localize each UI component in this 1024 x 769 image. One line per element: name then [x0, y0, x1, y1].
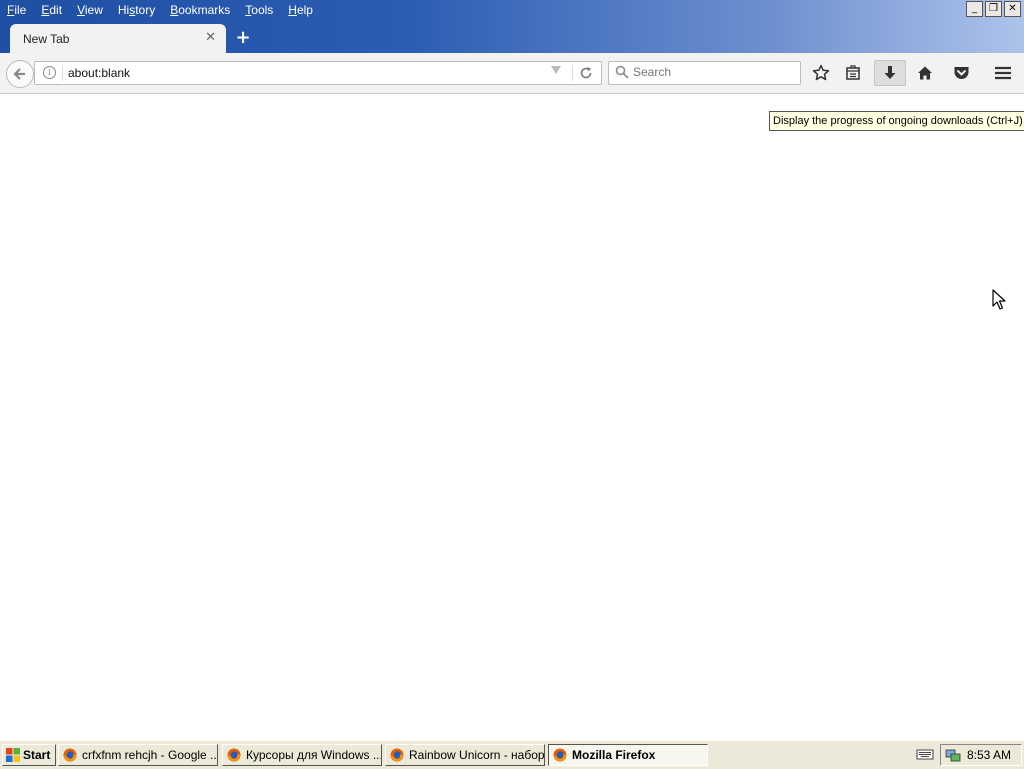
- menu-history-label: tory: [135, 3, 156, 17]
- firefox-icon: [390, 748, 404, 762]
- taskbar-item-label: Mozilla Firefox: [572, 748, 656, 762]
- taskbar-item-label: Курсоры для Windows ...: [246, 748, 381, 762]
- menu-help-accel: H: [288, 3, 297, 17]
- open-menu-button[interactable]: [990, 61, 1016, 85]
- downloads-tooltip: Display the progress of ongoing download…: [769, 111, 1024, 131]
- pocket-icon: [954, 67, 968, 79]
- page-content[interactable]: [0, 94, 1024, 740]
- menu-view[interactable]: View: [70, 0, 111, 20]
- menu-history[interactable]: History: [111, 0, 163, 20]
- taskbar-item-label: Rainbow Unicorn - набор...: [409, 748, 544, 762]
- url-dropdown-icon[interactable]: [551, 66, 561, 74]
- bookmark-button[interactable]: [808, 61, 834, 85]
- taskbar-item-active[interactable]: Mozilla Firefox: [548, 744, 708, 766]
- back-arrow-icon: [13, 68, 25, 80]
- start-button[interactable]: Start: [2, 744, 56, 766]
- home-button[interactable]: [912, 61, 938, 85]
- downloads-icon: [884, 66, 896, 79]
- library-icon: [846, 65, 860, 80]
- reload-icon[interactable]: [579, 66, 593, 80]
- window-controls: _ ❐ ✕: [966, 1, 1021, 17]
- menu-tools-label: ools: [251, 3, 274, 17]
- firefox-icon: [63, 748, 77, 762]
- new-tab-button[interactable]: +: [233, 27, 253, 49]
- hamburger-menu-icon: [995, 66, 1011, 80]
- system-tray: 8:53 AM: [940, 744, 1022, 766]
- home-icon: [918, 66, 932, 80]
- library-button[interactable]: [840, 61, 866, 85]
- menu-view-accel: V: [77, 3, 85, 17]
- tab-new-tab[interactable]: New Tab ✕: [10, 24, 226, 53]
- menu-bar: File Edit View History Bookmarks Tools H…: [0, 0, 321, 20]
- menu-tools[interactable]: Tools: [238, 0, 281, 20]
- menu-history-label-pre: Hi: [117, 3, 130, 17]
- menu-bookmarks-label: ookmarks: [178, 3, 231, 17]
- close-window-button[interactable]: ✕: [1004, 1, 1021, 17]
- menu-file[interactable]: File: [0, 0, 34, 20]
- tab-strip: New Tab ✕ +: [0, 24, 1024, 53]
- url-separator: [62, 65, 63, 81]
- search-icon: [615, 65, 629, 79]
- url-text[interactable]: about:blank: [68, 66, 130, 80]
- start-label: Start: [23, 748, 51, 762]
- window-titlebar: File Edit View History Bookmarks Tools H…: [0, 0, 1024, 53]
- menu-edit-label: dit: [49, 3, 63, 17]
- downloads-button[interactable]: [874, 60, 906, 86]
- minimize-button[interactable]: _: [966, 1, 983, 17]
- tab-title: New Tab: [23, 32, 70, 46]
- taskbar-item-label: crfxfnm rehcjh - Google ...: [82, 748, 217, 762]
- restore-button[interactable]: ❐: [985, 1, 1002, 17]
- navigation-toolbar: i about:blank: [0, 53, 1024, 94]
- bookmark-star-icon: [812, 64, 830, 81]
- info-icon[interactable]: i: [43, 66, 56, 79]
- windows-logo-icon: [6, 748, 20, 762]
- tab-close-icon[interactable]: ✕: [205, 30, 216, 45]
- url-bar[interactable]: i about:blank: [34, 61, 602, 85]
- menu-help[interactable]: Help: [281, 0, 321, 20]
- menu-view-label: iew: [84, 3, 103, 17]
- network-icon[interactable]: [945, 747, 961, 763]
- search-input[interactable]: [633, 65, 793, 79]
- pocket-button[interactable]: [948, 61, 974, 85]
- search-bar[interactable]: [608, 61, 801, 85]
- menu-file-label: ile: [14, 3, 27, 17]
- firefox-icon: [553, 748, 567, 762]
- firefox-icon: [227, 748, 241, 762]
- menu-edit[interactable]: Edit: [34, 0, 70, 20]
- taskbar-item[interactable]: Rainbow Unicorn - набор...: [385, 744, 545, 766]
- taskbar: Start crfxfnm rehcjh - Google ... Курсор…: [0, 740, 1024, 769]
- taskbar-item[interactable]: crfxfnm rehcjh - Google ...: [58, 744, 218, 766]
- taskbar-item[interactable]: Курсоры для Windows ...: [222, 744, 382, 766]
- clock[interactable]: 8:53 AM: [967, 748, 1011, 762]
- menu-bookmarks[interactable]: Bookmarks: [163, 0, 238, 20]
- back-button[interactable]: [6, 60, 34, 88]
- mouse-cursor-icon: [992, 289, 1006, 310]
- url-separator-2: [572, 65, 573, 81]
- keyboard-layout-icon[interactable]: [916, 747, 934, 761]
- menu-help-label: elp: [296, 3, 313, 17]
